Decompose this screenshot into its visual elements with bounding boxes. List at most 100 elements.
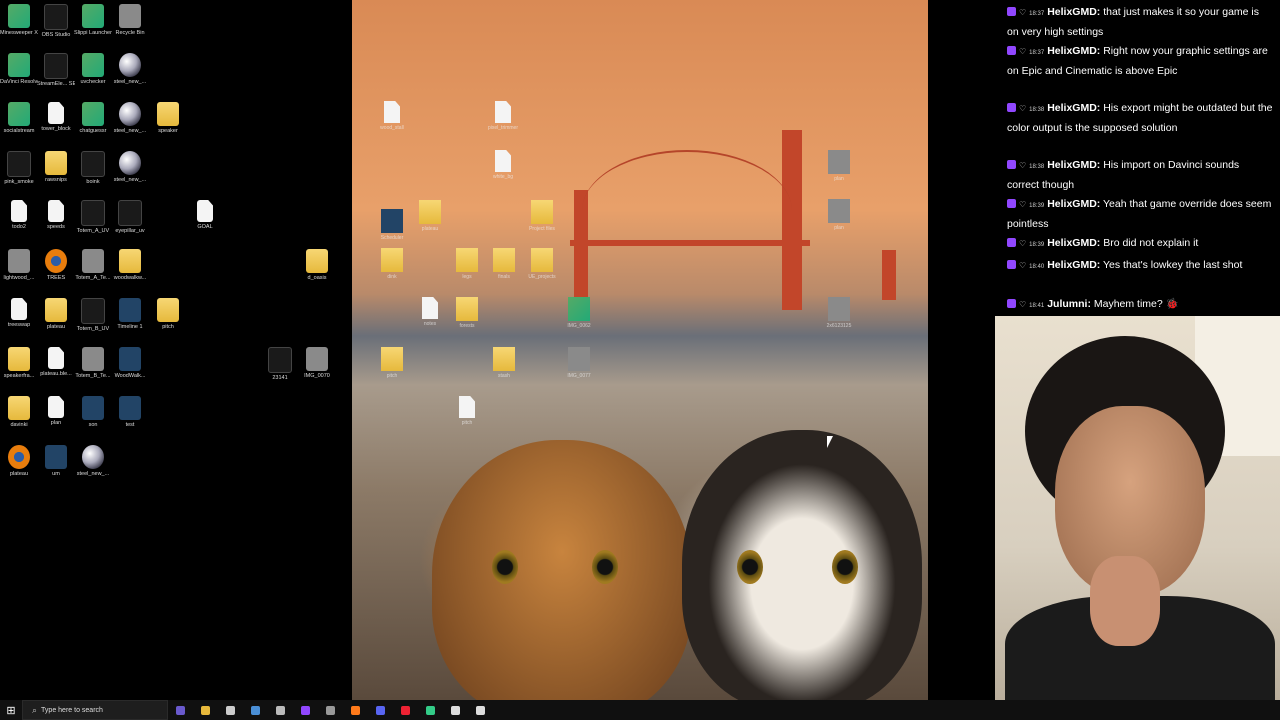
taskbar-davinci-button[interactable] [393,700,418,720]
desktop-icon[interactable]: white_bg [483,150,523,180]
desktop-icon[interactable]: Scheduler [372,209,412,241]
desktop-icon[interactable]: d_oasis [298,249,336,281]
taskbar-file-explorer-button[interactable] [193,700,218,720]
desktop-icon[interactable]: socialstream [0,102,38,134]
desktop-icon[interactable]: Totem_A_UV [74,200,112,234]
desktop-icon[interactable]: test [111,396,149,428]
desktop-icon[interactable]: speakerfra... [0,347,38,379]
desktop-icon[interactable]: DaVinci Resolve [0,53,38,85]
desktop-icon-label: WoodWalk... [114,373,146,379]
desktop-icon[interactable]: boink [74,151,112,185]
chat-username[interactable]: HelixGMD: [1047,45,1100,57]
desktop-icon[interactable]: plan [37,396,75,426]
desktop-icon[interactable]: woodwalkw... [111,249,149,281]
desktop-icon[interactable]: pitch [447,396,487,426]
desktop-icon[interactable]: forests [447,297,487,329]
chat-username[interactable]: HelixGMD: [1047,237,1100,249]
grey-icon [8,249,30,273]
desktop-icon[interactable]: notes [410,297,450,327]
desktop-icon[interactable]: um [37,445,75,477]
desktop-icon[interactable]: pitch [149,298,187,330]
chat-username[interactable]: HelixGMD: [1047,6,1100,18]
taskbar-steam-button[interactable] [243,700,268,720]
taskbar-settings-button[interactable] [443,700,468,720]
chat-username[interactable]: HelixGMD: [1047,102,1100,114]
desktop-icon[interactable]: plateau.ble... [37,347,75,377]
taskbar-discord-button[interactable] [368,700,393,720]
chat-timestamp: 18:37 [1029,11,1045,17]
chat-message: ♡ 18:38 HelixGMD: His export might be outd… [1007,100,1273,137]
desktop-icon[interactable]: Totem_B_Te... [74,347,112,379]
desktop-icon[interactable]: steel_new_... [111,102,149,134]
desktop-icon[interactable]: chatguessr [74,102,112,134]
chat-username[interactable]: HelixGMD: [1047,259,1100,271]
taskbar: ⊞ ⌕ Type here to search [0,700,1280,720]
desktop-icon[interactable]: Totem_B_UV [74,298,112,332]
desktop-icon[interactable]: plateau [0,445,38,477]
desktop-icon[interactable]: steel_new_... [111,151,149,183]
desktop-icon[interactable]: plateau [37,298,75,330]
desktop-icon[interactable]: IMG_0062 [559,297,599,329]
desktop-icon[interactable]: legs [447,248,487,280]
discord-icon [376,705,385,715]
desktop-icon[interactable]: lightwood_... [0,249,38,281]
taskbar-twitch-button[interactable] [293,700,318,720]
desktop-icon[interactable]: uvchecker [74,53,112,85]
desktop-icon[interactable]: dink [372,248,412,280]
folder-icon [157,298,179,322]
desktop-icon[interactable]: wood_stall [372,101,412,131]
taskbar-obs-button[interactable] [468,700,493,720]
chat-username[interactable]: HelixGMD: [1047,159,1100,171]
taskbar-edge-button[interactable] [168,700,193,720]
desktop-icon[interactable]: son [74,396,112,428]
desktop-icon[interactable]: UE_projects [522,248,562,280]
desktop-icon[interactable]: speeds [37,200,75,230]
desktop-icon[interactable]: finals [484,248,524,280]
chat-username[interactable]: HelixGMD: [1047,198,1100,210]
taskbar-tool-button[interactable] [318,700,343,720]
taskbar-firefox-button[interactable] [343,700,368,720]
folder-icon [119,249,141,273]
desktop-icon[interactable]: IMG_0070 [298,347,336,379]
desktop-icon[interactable]: speaker [149,102,187,134]
desktop-icon[interactable]: plan [819,199,859,231]
desktop-icon[interactable]: Minesweeper X [0,4,38,36]
desktop-icon[interactable]: GOAL [186,200,224,230]
desktop-icon[interactable]: IMG_0077 [559,347,599,379]
dark-icon [268,347,292,373]
desktop-icon[interactable]: todo2 [0,200,38,230]
chat-username[interactable]: Julumni: [1047,298,1091,310]
desktop-icon[interactable]: Recycle Bin [111,4,149,36]
desktop-icon[interactable]: plan [819,150,859,182]
desktop-icon[interactable]: tower_block [37,102,75,132]
desktop-icon[interactable]: 2x6123125 [819,297,859,329]
taskbar-photoshop-button[interactable] [268,700,293,720]
desktop-icon[interactable]: Project files [522,200,562,232]
desktop-icon[interactable]: eyepillar_uv [111,200,149,234]
taskbar-app-button[interactable] [218,700,243,720]
desktop-icon[interactable]: Totem_A_Te... [74,249,112,281]
desktop-icon[interactable]: Timeline 1 [111,298,149,330]
desktop-icon[interactable]: 23141 [261,347,299,381]
desktop-icon[interactable]: davinki [0,396,38,428]
desktop-icon[interactable]: WoodWalk... [111,347,149,379]
start-button[interactable]: ⊞ [0,700,22,720]
desktop-icon[interactable]: treeswap [0,298,38,328]
desktop-icon[interactable]: pitch [372,347,412,379]
taskbar-app-button[interactable] [418,700,443,720]
chat-message: ♡ 18:38 HelixGMD: His import on Davinci so… [1007,157,1273,194]
desktop-icon[interactable]: plateau [410,200,450,232]
desktop-icon[interactable]: stash [484,347,524,379]
desktop-icon[interactable]: pixel_trimmer [483,101,523,131]
desktop-icon[interactable]: Slippi Launcher [74,4,112,36]
desktop-icon-label: rawsnips [45,177,67,183]
desktop-icon[interactable]: TREES [37,249,75,281]
taskbar-search-box[interactable]: ⌕ Type here to search [22,700,168,720]
desktop-icon-label: Minesweeper X [0,30,38,36]
desktop-icon[interactable]: rawsnips [37,151,75,183]
desktop-icon[interactable]: OBS Studio [37,4,75,38]
desktop-icon[interactable]: steel_new_... [111,53,149,85]
desktop-icon[interactable]: steel_new_... [74,445,112,477]
desktop-icon[interactable]: StreamEle... SE.Live [37,53,75,87]
desktop-icon[interactable]: pink_smoke [0,151,38,185]
